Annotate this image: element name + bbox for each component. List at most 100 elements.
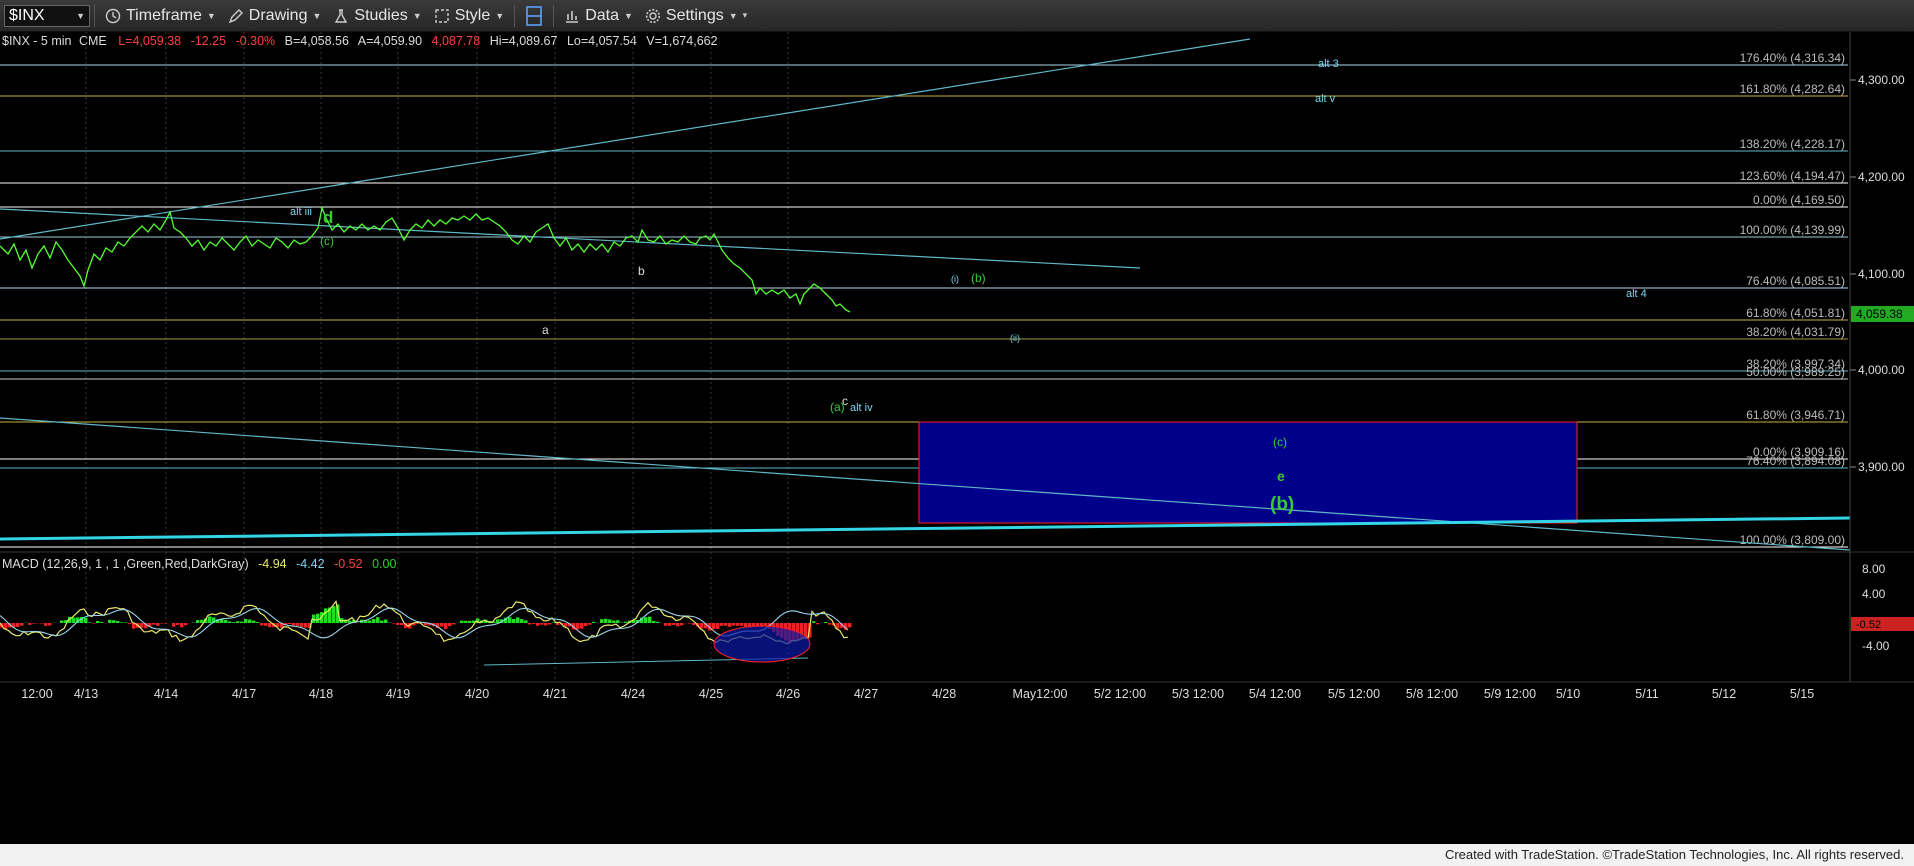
macd-histogram-bar [516, 617, 520, 623]
wave-label-ii: (ii) [1010, 333, 1020, 343]
header-high: Hi=4,089.67 [490, 34, 558, 48]
macd-histogram-bar [608, 619, 612, 623]
macd-histogram-bar [156, 623, 160, 626]
macd-histogram-bar [448, 623, 452, 627]
time-tick-label: 5/4 12:00 [1249, 687, 1301, 701]
macd-histogram-bar [712, 623, 716, 630]
macd-histogram-bar [828, 623, 832, 625]
time-tick-label: 5/12 [1712, 687, 1736, 701]
wave-label-i: (i) [951, 274, 959, 284]
macd-histogram-bar [60, 620, 64, 623]
header-change-pct: -0.30% [236, 34, 276, 48]
macd-histogram-bar [236, 621, 240, 623]
macd-histogram-bar [656, 621, 660, 623]
target-zone-box[interactable] [918, 421, 1578, 524]
copyright-text: Created with TradeStation. ©TradeStation… [1444, 847, 1904, 862]
time-tick-label: 5/10 [1556, 687, 1580, 701]
layout-button[interactable] [519, 0, 549, 31]
macd-histogram-bar [468, 620, 472, 623]
price-tick-label: 4,100.00 [1858, 267, 1905, 281]
style-icon [434, 8, 449, 23]
macd-histogram-bar [732, 623, 736, 626]
timeframe-menu[interactable]: Timeframe ▼ [99, 0, 222, 31]
macd-histogram-bar [184, 623, 188, 626]
macd-histogram-bar [300, 623, 304, 627]
chevron-down-icon: ▾ [742, 10, 748, 20]
settings-menu[interactable]: Settings ▼ ▾ [639, 0, 753, 31]
macd-histogram-bar [304, 623, 308, 628]
macd-histogram-bar [616, 620, 620, 623]
target-label-e: e [1277, 468, 1285, 484]
macd-histogram-bar [296, 623, 300, 626]
fib-label: 0.00% (4,169.50) [1753, 193, 1845, 207]
wave-label-b-paren: (b) [971, 271, 986, 285]
macd-histogram-bar [244, 618, 248, 623]
macd-histogram-bar [556, 623, 560, 626]
bar-chart-icon [566, 10, 579, 23]
fib-label: 61.80% (3,946.71) [1746, 408, 1845, 422]
macd-histogram-bar [44, 623, 48, 626]
macd-histogram-bar [536, 623, 540, 626]
macd-histogram-bar [288, 623, 292, 625]
drawing-label: Drawing [248, 6, 308, 24]
wave-label-altiv: alt iv [850, 402, 873, 414]
macd-histogram-bar [816, 623, 820, 625]
macd-histogram-bar [552, 622, 556, 623]
time-tick-label: 12:00 [21, 687, 52, 701]
gear-icon [645, 8, 661, 23]
macd-histogram-bar [544, 623, 548, 626]
time-tick-label: 4/19 [386, 687, 410, 701]
wave-label-a: a [542, 323, 549, 337]
wave-label-a-paren: (a) [830, 400, 845, 414]
header-low: Lo=4,057.54 [567, 34, 637, 48]
macd-histogram-bar [380, 620, 384, 623]
chevron-down-icon: ▼ [206, 10, 216, 21]
time-tick-label: 4/17 [232, 687, 256, 701]
macd-histogram-bar [396, 623, 400, 625]
header-symbol: $INX - 5 min [2, 34, 72, 48]
time-tick-label: 5/3 12:00 [1172, 687, 1224, 701]
macd-histogram-bar [576, 623, 580, 630]
studies-menu[interactable]: Studies ▼ [327, 0, 427, 31]
chart-header: $INX - 5 min CME L=4,059.38 -12.25 -0.30… [2, 34, 718, 48]
time-tick-label: 4/14 [154, 687, 178, 701]
macd-histogram-bar [644, 617, 648, 623]
macd-histogram-bar [108, 619, 112, 623]
macd-current-value: -0.52 [1856, 619, 1881, 631]
macd-header: MACD (12,26,9, 1 , 1 ,Green,Red,DarkGray… [2, 557, 396, 571]
header-last: L=4,059.38 [118, 34, 181, 48]
macd-histogram-bar [600, 619, 604, 623]
macd-histogram-bar [116, 620, 120, 623]
macd-histogram-bar [96, 620, 100, 623]
fib-label: 100.00% (4,139.99) [1740, 223, 1845, 237]
macd-histogram-bar [292, 623, 296, 626]
data-label: Data [585, 6, 619, 24]
time-tick-label: 5/9 12:00 [1484, 687, 1536, 701]
macd-histogram-bar [604, 618, 608, 623]
macd-histogram-bar [240, 621, 244, 623]
macd-histogram-bar [248, 619, 252, 623]
fib-label: 76.40% (3,894.08) [1746, 454, 1845, 468]
macd-histogram-bar [332, 605, 336, 623]
macd-histogram-bar [508, 617, 512, 623]
time-tick-label: 5/5 12:00 [1328, 687, 1380, 701]
macd-histogram-bar [200, 619, 204, 623]
layout-icon [526, 5, 542, 26]
symbol-input[interactable]: $INX ▼ [4, 4, 90, 27]
header-exchange: CME [79, 34, 107, 48]
macd-histogram-bar [172, 623, 176, 627]
flask-icon [335, 8, 348, 23]
macd-histogram-bar [120, 622, 124, 623]
toolbar-divider [553, 4, 555, 27]
chevron-down-icon: ▼ [312, 10, 322, 21]
macd-histogram-bar [580, 623, 584, 629]
time-tick-label: 4/21 [543, 687, 567, 701]
macd-histogram-bar [224, 619, 228, 623]
time-tick-label: 4/24 [621, 687, 645, 701]
drawing-menu[interactable]: Drawing ▼ [222, 0, 328, 31]
data-menu[interactable]: Data ▼ [558, 0, 639, 31]
macd-histogram-bar [668, 623, 672, 626]
price-chart[interactable]: $INX - 5 min CME L=4,059.38 -12.25 -0.30… [0, 32, 1914, 844]
style-menu[interactable]: Style ▼ [428, 0, 511, 31]
chevron-down-icon: ▼ [495, 10, 505, 21]
